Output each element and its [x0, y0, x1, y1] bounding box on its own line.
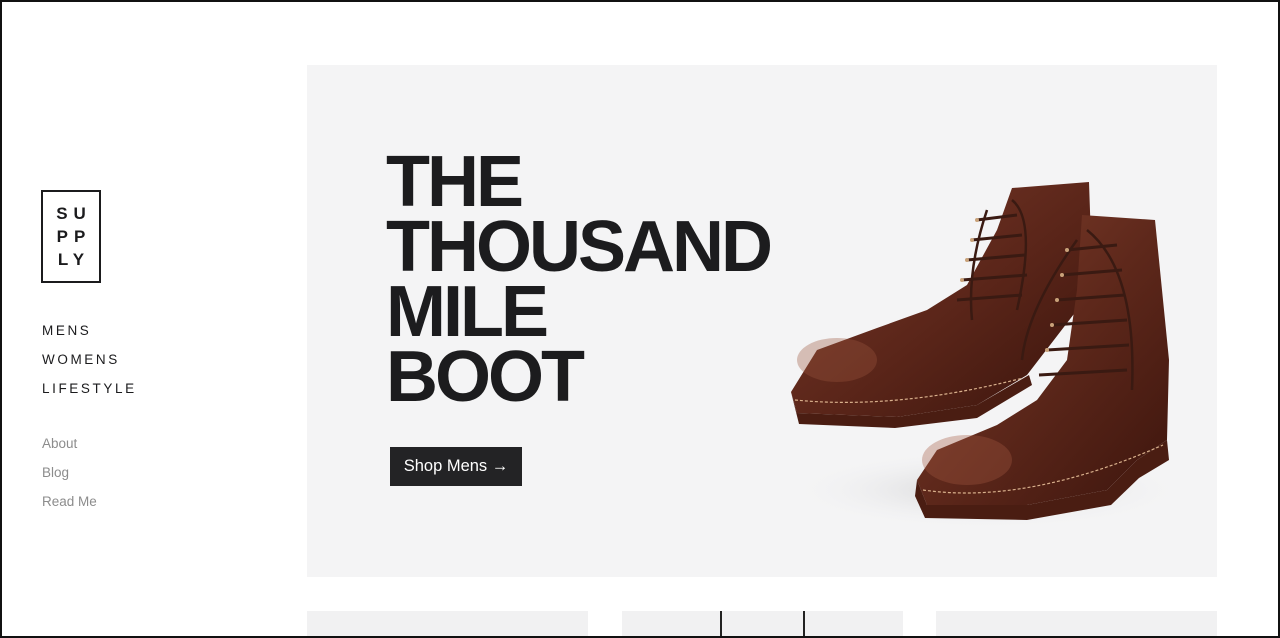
product-tile[interactable]: [936, 611, 1217, 636]
hero-title-line: THE: [386, 142, 524, 222]
hero-title-line: BOOT: [386, 337, 585, 417]
tile-image-detail: [720, 611, 722, 636]
logo-line-2: PP: [56, 227, 92, 246]
hero-banner: THE THOUSAND MILE BOOT Shop Mens →: [307, 65, 1217, 577]
boots-image: [787, 182, 1177, 530]
product-tile[interactable]: [622, 611, 903, 636]
page: SU PP LY MENS WOMENS LIFESTYLE About Blo…: [0, 0, 1280, 638]
hero-title: THE THOUSAND MILE BOOT: [386, 142, 773, 417]
product-tile[interactable]: [307, 611, 588, 636]
logo-line-3: LY: [57, 250, 91, 269]
nav-item-lifestyle[interactable]: LIFESTYLE: [42, 379, 137, 408]
supply-logo[interactable]: SU PP LY: [41, 190, 101, 283]
shop-mens-button[interactable]: Shop Mens →: [390, 447, 522, 486]
nav-item-blog[interactable]: Blog: [42, 464, 97, 493]
logo-line-1: SU: [56, 204, 92, 223]
nav-item-mens[interactable]: MENS: [42, 321, 137, 350]
tile-image-detail: [803, 611, 805, 636]
nav-item-womens[interactable]: WOMENS: [42, 350, 137, 379]
hero-title-line: MILE: [386, 272, 549, 352]
nav-item-about[interactable]: About: [42, 435, 97, 464]
secondary-nav: About Blog Read Me: [42, 435, 97, 522]
nav-item-read-me[interactable]: Read Me: [42, 493, 97, 522]
primary-nav: MENS WOMENS LIFESTYLE: [42, 321, 137, 408]
hero-title-line: THOUSAND: [386, 207, 773, 287]
